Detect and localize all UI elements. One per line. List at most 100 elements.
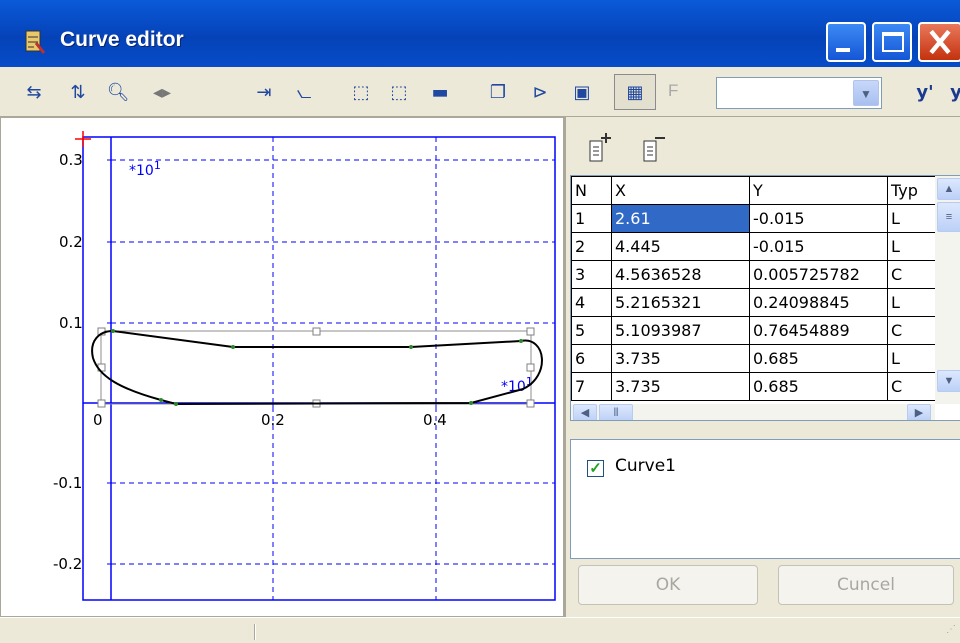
table-cell[interactable]: 0.005725782 <box>749 260 888 289</box>
table-header-row: N X Y Typ <box>571 176 936 205</box>
right-pane: N X Y Typ 1 2.61 -0.015 L 2 4.445 -0.015… <box>564 117 960 617</box>
column-header[interactable]: N <box>571 176 612 205</box>
table-cell[interactable]: 4.5636528 <box>611 260 750 289</box>
table-row[interactable]: 7 3.735 0.685 C <box>571 372 936 401</box>
plot-canvas[interactable]: 0.3 0.2 0.1 0 -0.1 -0.2 0.2 0.4 *101 *10… <box>1 118 565 618</box>
x-tick-label: 0.4 <box>423 411 447 429</box>
table-row[interactable]: 4 5.2165321 0.24098845 L <box>571 288 936 317</box>
chart-icon[interactable]: ⦦ <box>290 79 318 105</box>
axis-ticks <box>107 159 437 565</box>
table-cell: 2 <box>571 232 612 261</box>
table-cell[interactable]: 2.61 <box>611 204 750 233</box>
selection-handles <box>97 327 535 408</box>
table-cell[interactable]: C <box>887 260 936 289</box>
horizontal-scrollbar[interactable]: ◀ ⦀ ▶ <box>571 404 935 420</box>
app-icon <box>25 30 46 54</box>
table-row[interactable]: 3 4.5636528 0.005725782 C <box>571 260 936 289</box>
move-horizontal-icon[interactable]: ◂▸ <box>148 79 176 105</box>
y-double-prime-icon[interactable]: y <box>946 79 960 105</box>
y-tick-label: 0.3 <box>59 151 83 169</box>
table-row[interactable]: 5 5.1093987 0.76454889 C <box>571 316 936 345</box>
table-cell: 1 <box>571 204 612 233</box>
status-bar: ⋰ <box>0 617 960 643</box>
column-header[interactable]: X <box>611 176 750 205</box>
window-title: Curve editor <box>60 28 184 51</box>
swap-vertical-icon[interactable]: ⇅ <box>64 79 92 105</box>
table-cell[interactable]: L <box>887 232 936 261</box>
table-cell[interactable]: L <box>887 204 936 233</box>
table-cell[interactable]: -0.015 <box>749 232 888 261</box>
grid-lines <box>111 137 555 600</box>
table-row[interactable]: 6 3.735 0.685 L <box>571 344 936 373</box>
grid-toggle-button[interactable]: ▦ <box>614 74 656 110</box>
x-tick-label: 0 <box>93 411 103 429</box>
table-cell[interactable]: 3.735 <box>611 344 750 373</box>
add-point-icon[interactable] <box>586 131 614 165</box>
status-separator <box>254 624 256 640</box>
zoom-icon[interactable]: 🔍︎ <box>104 79 132 105</box>
table-cell[interactable]: 4.445 <box>611 232 750 261</box>
goto-end-icon[interactable]: ⇥ <box>250 79 278 105</box>
table-row[interactable]: 1 2.61 -0.015 L <box>571 204 936 233</box>
save-icon[interactable]: ▣ <box>568 79 596 105</box>
chevron-down-icon[interactable]: ▼ <box>853 80 879 106</box>
table-cell[interactable]: 0.685 <box>749 344 888 373</box>
scroll-up-icon[interactable]: ▲ <box>937 178 960 200</box>
ok-button[interactable]: OK <box>578 565 758 605</box>
swap-horizontal-icon[interactable]: ⇆ <box>20 79 48 105</box>
table-cell[interactable]: 5.1093987 <box>611 316 750 345</box>
table-cell[interactable]: 0.76454889 <box>749 316 888 345</box>
cancel-button[interactable]: Cuncel <box>778 565 954 605</box>
red-cross-icon <box>75 131 91 147</box>
close-button[interactable] <box>918 22 960 62</box>
curve-list: ✓ Curve1 <box>570 439 960 559</box>
column-header[interactable]: Y <box>749 176 888 205</box>
toolbar: ⇆ ⇅ 🔍︎ ◂▸ ⇥ ⦦ ⬚ ⬚ ▬ ❐ ⊳ ▣ ▦ F ▼ y' y <box>0 67 960 117</box>
scroll-right-icon[interactable]: ▶ <box>907 404 931 420</box>
curve1-path <box>91 329 543 406</box>
table-cell[interactable]: 0.24098845 <box>749 288 888 317</box>
scroll-thumb-horizontal[interactable]: ⦀ <box>599 404 633 420</box>
x-tick-label: 0.2 <box>261 411 285 429</box>
y-prime-icon[interactable]: y' <box>910 79 940 105</box>
resize-grip-icon[interactable]: ⋰ <box>946 624 956 635</box>
y-tick-label: -0.1 <box>53 474 82 492</box>
table-cell[interactable]: L <box>887 288 936 317</box>
open-icon[interactable]: ⊳ <box>526 79 554 105</box>
table-cell: 3 <box>571 260 612 289</box>
y-tick-label: 0.1 <box>59 314 83 332</box>
scroll-down-icon[interactable]: ▼ <box>937 370 960 392</box>
curve-points <box>111 329 523 406</box>
f-button[interactable]: F <box>668 81 678 101</box>
copy-icon[interactable]: ❐ <box>484 79 512 105</box>
column-header[interactable]: Typ <box>887 176 936 205</box>
table-cell[interactable]: 0.685 <box>749 372 888 401</box>
maximize-button[interactable] <box>872 22 912 62</box>
table-cell[interactable]: L <box>887 344 936 373</box>
table-cell: 4 <box>571 288 612 317</box>
maximize-icon <box>882 32 904 52</box>
table-cell[interactable]: 5.2165321 <box>611 288 750 317</box>
select-area-icon[interactable]: ⬚ <box>384 79 414 105</box>
scroll-thumb-vertical[interactable]: ≡ <box>937 202 960 232</box>
minimize-icon <box>836 48 850 52</box>
table-cell[interactable]: 3.735 <box>611 372 750 401</box>
points-table[interactable]: N X Y Typ 1 2.61 -0.015 L 2 4.445 -0.015… <box>570 175 960 421</box>
line-icon[interactable]: ▬ <box>426 79 454 105</box>
minimize-button[interactable] <box>826 22 866 62</box>
remove-point-icon[interactable] <box>640 131 668 165</box>
y-multiplier-label: *101 <box>129 159 161 179</box>
table-cell[interactable]: C <box>887 372 936 401</box>
curve1-checkbox[interactable]: ✓ <box>587 460 604 477</box>
scroll-left-icon[interactable]: ◀ <box>573 404 597 420</box>
curve1-label[interactable]: Curve1 <box>615 456 676 476</box>
table-cell: 7 <box>571 372 612 401</box>
curve-plot[interactable]: 0.3 0.2 0.1 0 -0.1 -0.2 0.2 0.4 *101 *10… <box>0 117 564 617</box>
table-cell[interactable]: C <box>887 316 936 345</box>
grid-icon: ▦ <box>626 81 644 103</box>
select-rect-icon[interactable]: ⬚ <box>346 79 376 105</box>
vertical-scrollbar[interactable]: ▲ ≡ ▼ <box>935 176 960 404</box>
series-select[interactable]: ▼ <box>716 77 882 109</box>
table-cell[interactable]: -0.015 <box>749 204 888 233</box>
table-row[interactable]: 2 4.445 -0.015 L <box>571 232 936 261</box>
